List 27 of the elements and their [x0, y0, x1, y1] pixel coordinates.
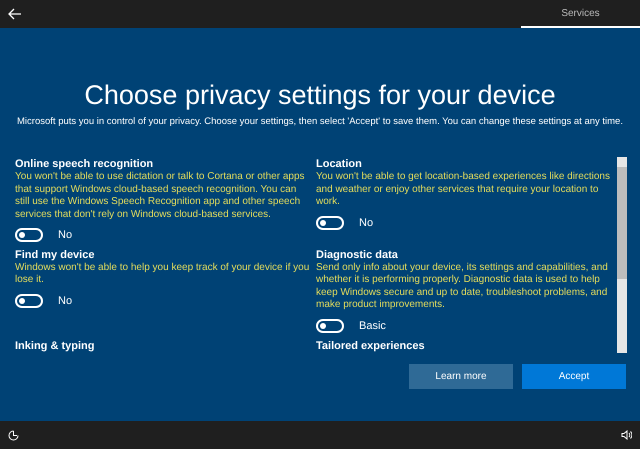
- section-title: Online speech recognition: [15, 157, 154, 171]
- toggle-label: No: [58, 294, 72, 309]
- toggle-switch[interactable]: [15, 228, 43, 242]
- toggle-label: No: [58, 228, 72, 243]
- section-title: Inking & typing: [15, 338, 96, 353]
- page-title: Choose privacy settings for your device: [83, 79, 557, 112]
- page-subtitle: Microsoft puts you in control of your privacy. Choose your settings, then select 'Accept' to save them. You can change these settings at any time.: [16, 115, 624, 129]
- section-title: Find my device: [15, 248, 96, 262]
- accept-button[interactable]: Accept: [522, 364, 626, 389]
- toggle-switch[interactable]: [316, 319, 344, 334]
- section-title: Diagnostic data: [316, 248, 399, 262]
- section-description: Send only info about your device, its settings and capabilities, and whether it is performing properly. Diagnostic data is used to help keep Windows secure and up to date, troubleshoot problems, and make product improvements.: [316, 262, 609, 312]
- services-tab[interactable]: Services: [521, 0, 640, 28]
- back-arrow-icon: [8, 8, 22, 20]
- toggle-label: Basic: [359, 318, 386, 334]
- section-title: Tailored experiences: [316, 338, 426, 353]
- section-description: Windows won't be able to help you keep track of your device if you lose it.: [15, 262, 310, 287]
- section-description: You won't be able to use dictation or talk to Cortana or other apps that support Windows cloud-based speech recognition. You can still use the Windows Speech Recognition app and other speech services that don't rely on Windows cloud-based services.: [15, 171, 306, 221]
- toggle-switch[interactable]: [15, 294, 43, 308]
- scrollbar[interactable]: [617, 157, 627, 353]
- learn-more-button[interactable]: Learn more: [409, 364, 513, 389]
- section-description: You won't be able to get location-based experiences like directions and weather or enjoy other services that require your location to work.: [316, 171, 611, 208]
- speaker-icon[interactable]: [621, 430, 632, 440]
- scrollbar-thumb[interactable]: [617, 167, 627, 279]
- section-title: Location: [316, 157, 362, 171]
- toggle-switch[interactable]: [316, 216, 344, 230]
- toggle-label: No: [359, 216, 374, 230]
